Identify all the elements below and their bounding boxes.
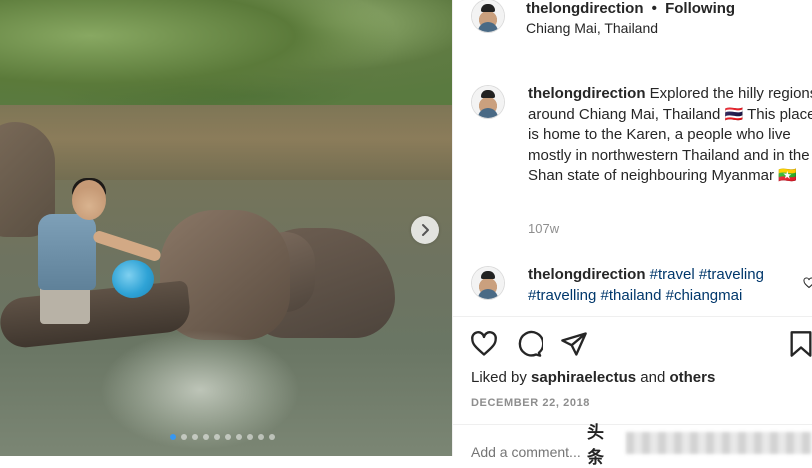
watermark-blur (626, 432, 812, 454)
photo-person-head (72, 180, 106, 220)
post-side-panel (452, 0, 812, 456)
photo-foliage (0, 0, 452, 120)
header-username[interactable]: thelongdirection (526, 0, 644, 17)
chevron-right-icon (422, 224, 429, 236)
photo-bucket (112, 260, 154, 298)
caption-time-ago[interactable]: 107w (528, 221, 559, 236)
comment-avatar[interactable] (472, 267, 504, 299)
watermark: 头条 (587, 418, 812, 468)
carousel-dot (214, 434, 220, 440)
post-header: thelongdirection • Following (526, 0, 735, 17)
actions-divider (452, 316, 812, 317)
carousel-next-button[interactable] (411, 216, 439, 244)
likes-others-link[interactable]: others (669, 369, 715, 386)
likes-middle: and (636, 369, 670, 386)
hashtag-link[interactable]: #travelling (528, 287, 596, 304)
likes-prefix: Liked by (471, 369, 532, 386)
watermark-text: 头条 (587, 423, 604, 467)
caption-avatar[interactable] (472, 86, 504, 118)
avatar[interactable] (472, 0, 504, 32)
carousel-dot (203, 434, 209, 440)
heart-icon[interactable] (470, 330, 498, 358)
caption-username[interactable]: thelongdirection (528, 85, 646, 102)
hashtag-link[interactable]: #thailand (601, 287, 662, 304)
carousel-dot (258, 434, 264, 440)
comment-like-icon[interactable] (803, 277, 812, 289)
photo-person-shirt (38, 214, 96, 290)
post-date: DECEMBER 22, 2018 (471, 397, 591, 409)
following-button[interactable]: Following (665, 0, 735, 17)
comment-username[interactable]: thelongdirection (528, 266, 646, 283)
hashtag-link[interactable]: #travel (650, 266, 695, 283)
panel-divider (452, 0, 453, 456)
photo-water-splash (100, 330, 300, 450)
carousel-dot (269, 434, 275, 440)
bookmark-icon[interactable] (787, 330, 812, 358)
header-location[interactable]: Chiang Mai, Thailand (526, 20, 658, 36)
comment: thelongdirection #travel #traveling #tra… (528, 265, 812, 315)
carousel-dot (170, 434, 176, 440)
share-icon[interactable] (560, 330, 588, 358)
carousel-dot (247, 434, 253, 440)
hashtag-link[interactable]: #chiangmai (666, 287, 743, 304)
carousel-dot (181, 434, 187, 440)
photo-riverbank (0, 105, 452, 190)
carousel-indicator (170, 434, 275, 440)
hashtag-link[interactable]: #traveling (699, 266, 764, 283)
carousel-dot (225, 434, 231, 440)
post-photo[interactable] (0, 0, 452, 456)
comment-icon[interactable] (515, 330, 543, 358)
likes-user-link[interactable]: saphiraelectus (531, 369, 636, 386)
caption: thelongdirection Explored the hilly regi… (528, 84, 812, 187)
carousel-dot (192, 434, 198, 440)
likes-summary: Liked by saphiraelectus and others (471, 369, 715, 386)
header-separator: • (651, 0, 657, 17)
carousel-dot (236, 434, 242, 440)
